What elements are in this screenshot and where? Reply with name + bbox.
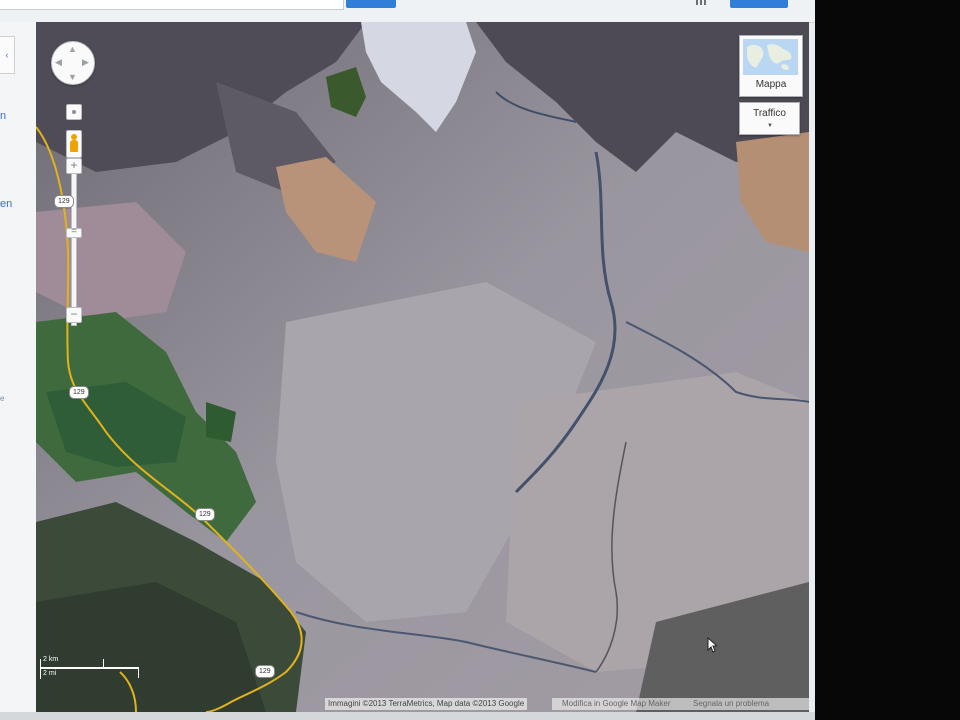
top-bar — [0, 0, 815, 23]
pan-left-icon[interactable]: ◀ — [55, 58, 62, 67]
zoom-control: + = − — [65, 104, 82, 326]
panel-text-fragment: e — [0, 394, 5, 403]
scale-bar: 2 km 2 mi — [40, 656, 140, 686]
search-button[interactable] — [346, 0, 396, 8]
traffic-button[interactable]: Traffico ▼ — [739, 102, 800, 135]
mouse-cursor-icon — [707, 637, 717, 653]
zoom-in-button[interactable]: + — [66, 158, 82, 174]
left-panel: ‹ n en e — [0, 22, 37, 712]
report-problem-link[interactable]: Segnala un problema — [693, 698, 769, 710]
pan-right-icon[interactable]: ▶ — [82, 58, 89, 67]
sign-in-button[interactable] — [730, 0, 788, 8]
pan-down-icon[interactable]: ▼ — [68, 73, 77, 82]
chevron-icon: ‹ — [5, 50, 9, 60]
map-type-label: Mappa — [755, 79, 787, 90]
zoom-out-button[interactable]: − — [66, 307, 82, 323]
grid-icon[interactable] — [696, 0, 708, 6]
search-input[interactable] — [0, 0, 344, 10]
route-shield: 129 — [69, 386, 89, 399]
map-thumbnail-icon — [743, 39, 798, 75]
traffic-label: Traffico — [753, 108, 786, 119]
monitor-bezel — [815, 0, 960, 720]
route-shield: 129 — [54, 195, 74, 208]
screen-bottom-edge — [0, 712, 815, 720]
satellite-imagery — [36, 22, 809, 712]
map-maker-link[interactable]: Modifica in Google Map Maker — [562, 698, 671, 710]
zoom-slider-handle[interactable]: = — [66, 227, 82, 238]
map-attribution: Immagini ©2013 TerraMetrics, Map data ©2… — [325, 698, 528, 710]
route-shield: 129 — [195, 508, 215, 521]
panel-text-fragment[interactable]: en — [0, 198, 12, 210]
footer-links: Modifica in Google Map Maker Segnala un … — [552, 698, 809, 710]
collapse-panel-button[interactable]: ‹ — [0, 36, 15, 74]
caret-down-icon: ▼ — [767, 123, 773, 129]
panel-text-fragment[interactable]: n — [0, 110, 6, 122]
map-type-button[interactable]: Mappa — [739, 35, 803, 97]
pegman-icon[interactable] — [66, 130, 82, 158]
pan-up-icon[interactable]: ▲ — [68, 45, 77, 54]
scale-mi-label: 2 mi — [43, 670, 57, 677]
route-shield: 129 — [255, 665, 275, 678]
scale-km-label: 2 km — [43, 656, 59, 663]
reset-view-button[interactable] — [66, 104, 82, 120]
browser-screen: ‹ n en e ▲ ▼ ◀ ▶ + = − Mappa Traffico ▼ … — [0, 0, 815, 720]
satellite-map[interactable]: ▲ ▼ ◀ ▶ + = − Mappa Traffico ▼ 129 129 1… — [36, 22, 809, 712]
pan-control[interactable]: ▲ ▼ ◀ ▶ — [51, 41, 95, 85]
